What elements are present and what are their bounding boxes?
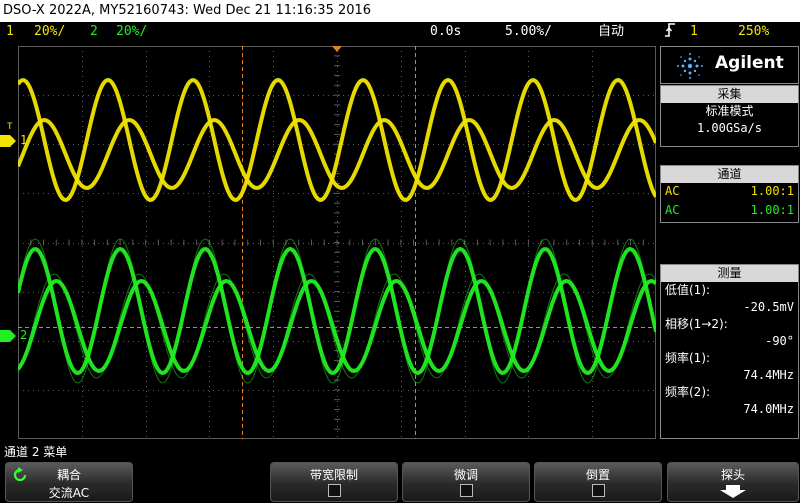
trigger-channel[interactable]: 1 bbox=[690, 22, 698, 42]
bw-limit-softkey[interactable]: 带宽限制 bbox=[270, 462, 398, 502]
ch1-ground-marker[interactable] bbox=[0, 133, 18, 149]
measure-value: 74.0MHz bbox=[743, 402, 794, 416]
arrow-down-icon bbox=[720, 485, 746, 498]
fine-checkbox[interactable] bbox=[459, 484, 473, 497]
acquire-rate: 1.00GSa/s bbox=[696, 121, 763, 135]
ch1-scale[interactable]: 20%/ bbox=[34, 22, 65, 42]
bw-limit-label: 带宽限制 bbox=[309, 468, 358, 482]
menu-title: 通道 2 菜单 bbox=[4, 445, 68, 459]
fine-label: 微调 bbox=[453, 468, 478, 482]
measure-label: 频率(2): bbox=[665, 385, 711, 399]
coupling-label: 耦合 bbox=[56, 468, 81, 482]
ch2-ground-marker[interactable] bbox=[0, 328, 18, 344]
invert-checkbox[interactable] bbox=[591, 484, 605, 497]
brand-name: Agilent bbox=[715, 53, 784, 73]
coupling-softkey[interactable]: 耦合 交流AC bbox=[5, 462, 133, 502]
brand-box: Agilent bbox=[660, 46, 799, 84]
agilent-logo-icon bbox=[677, 53, 703, 79]
ch2-coupling: AC bbox=[665, 203, 680, 217]
trigger-mode[interactable]: 自动 bbox=[598, 22, 624, 42]
ch1-coupling: AC bbox=[665, 184, 680, 198]
measure-label: 低值(1): bbox=[665, 283, 711, 297]
ch2-number[interactable]: 2 bbox=[90, 22, 98, 42]
measure-value: -20.5mV bbox=[743, 300, 794, 314]
time-scale[interactable]: 5.00%/ bbox=[505, 22, 552, 42]
measure-label: 相移(1→2): bbox=[665, 317, 728, 331]
status-bar: 1 20%/ 2 20%/ 0.0s 5.00%/ 自动 1 250% bbox=[0, 22, 800, 42]
trigger-level-marker[interactable]: T bbox=[7, 122, 12, 132]
window-title: DSO-X 2022A, MY52160743: Wed Dec 21 11:1… bbox=[0, 0, 800, 22]
ch2-scale[interactable]: 20%/ bbox=[116, 22, 147, 42]
ch2-probe-ratio: 1.00:1 bbox=[750, 203, 794, 217]
probe-softkey[interactable]: 探头 bbox=[667, 462, 799, 502]
ch1-probe-ratio: 1.00:1 bbox=[750, 184, 794, 198]
measure-title: 测量 bbox=[661, 265, 798, 282]
measure-value: -90° bbox=[765, 334, 794, 348]
channels-title: 通道 bbox=[661, 166, 798, 183]
measure-value: 74.4MHz bbox=[743, 368, 794, 382]
ch1-info-row: AC 1.00:1 bbox=[661, 183, 798, 202]
acquire-box[interactable]: 采集 标准模式 1.00GSa/s bbox=[660, 85, 799, 147]
invert-softkey[interactable]: 倒置 bbox=[534, 462, 662, 502]
fine-softkey[interactable]: 微调 bbox=[402, 462, 530, 502]
trigger-level[interactable]: 250% bbox=[738, 22, 769, 42]
acquire-title: 采集 bbox=[661, 86, 798, 103]
coupling-value: 交流AC bbox=[48, 486, 90, 500]
rising-edge-icon bbox=[664, 22, 676, 45]
measure-box[interactable]: 测量 低值(1): -20.5mV 相移(1→2): -90° 频率(1): 7… bbox=[660, 264, 799, 439]
measure-label: 频率(1): bbox=[665, 351, 711, 365]
acquire-mode: 标准模式 bbox=[705, 104, 754, 118]
ch2-info-row: AC 1.00:1 bbox=[661, 202, 798, 221]
time-delay[interactable]: 0.0s bbox=[430, 22, 461, 42]
ch1-number[interactable]: 1 bbox=[6, 22, 14, 42]
channels-box[interactable]: 通道 AC 1.00:1 AC 1.00:1 bbox=[660, 165, 799, 223]
probe-label: 探头 bbox=[720, 468, 745, 482]
waveform-canvas bbox=[16, 45, 658, 440]
side-panel: Agilent 采集 标准模式 1.00GSa/s 通道 AC 1.00:1 A… bbox=[660, 46, 799, 439]
bw-limit-checkbox[interactable] bbox=[327, 484, 341, 497]
waveform-display[interactable] bbox=[16, 45, 658, 440]
invert-label: 倒置 bbox=[585, 468, 610, 482]
trigger-position-marker bbox=[332, 46, 342, 52]
